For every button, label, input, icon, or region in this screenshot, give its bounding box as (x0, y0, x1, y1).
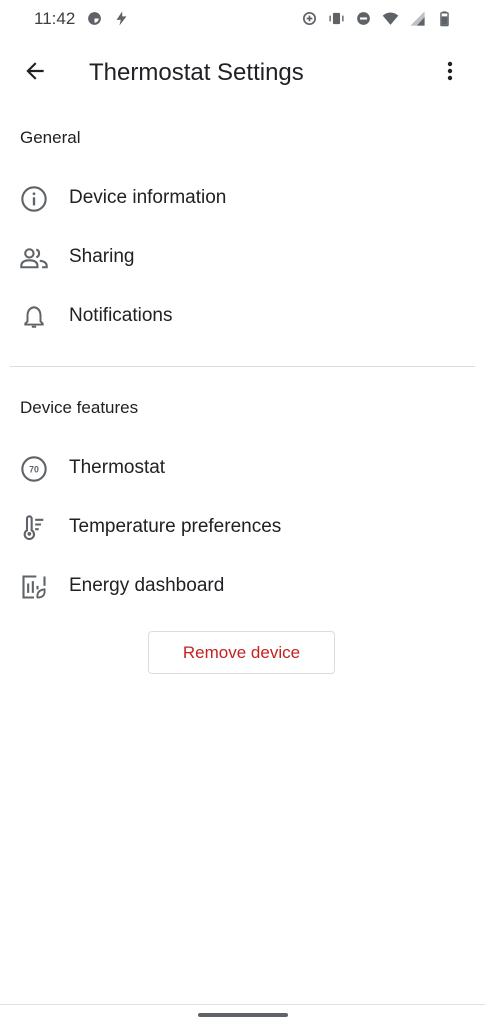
energy-dashboard-icon (19, 572, 49, 602)
status-bar: 11:42 (0, 0, 485, 40)
page-title: Thermostat Settings (89, 59, 304, 86)
more-options-button[interactable] (429, 52, 471, 94)
nav-bar-divider (0, 1004, 485, 1005)
thermostat-dial-icon: 70 (19, 454, 49, 484)
list-item-label: Thermostat (69, 457, 166, 478)
arrow-back-icon (22, 58, 48, 89)
section-divider (10, 366, 475, 367)
vibrate-icon (328, 10, 345, 27)
list-item-label: Device information (69, 187, 227, 208)
people-icon (19, 243, 49, 273)
do-not-disturb-icon (355, 10, 372, 27)
list-item-label: Energy dashboard (69, 575, 225, 596)
svg-text:70: 70 (29, 465, 39, 475)
status-right-icons (301, 10, 453, 27)
signal-icon (409, 10, 426, 27)
add-alarm-icon (301, 10, 318, 27)
home-gesture-handle[interactable] (198, 1013, 288, 1017)
list-item-energy-dashboard[interactable]: Energy dashboard (0, 558, 485, 614)
more-vert-icon (438, 59, 462, 88)
section-header-general: General (20, 128, 81, 147)
list-item-thermostat[interactable]: 70 Thermostat (0, 440, 485, 496)
list-item-notifications[interactable]: Notifications (0, 288, 485, 344)
data-saver-icon (86, 10, 103, 27)
flash-icon (113, 10, 130, 27)
status-time: 11:42 (34, 9, 76, 28)
list-item-sharing[interactable]: Sharing (0, 229, 485, 285)
battery-icon (436, 10, 453, 27)
section-header-device-features: Device features (20, 398, 139, 417)
status-left-icons (86, 10, 130, 27)
list-item-temperature-preferences[interactable]: Temperature preferences (0, 499, 485, 555)
thermometer-icon (19, 513, 49, 543)
list-item-label: Temperature preferences (69, 516, 282, 537)
back-button[interactable] (12, 50, 58, 96)
wifi-icon (382, 10, 399, 27)
app-bar: Thermostat Settings (0, 44, 485, 102)
list-item-label: Sharing (69, 246, 135, 267)
list-item-device-information[interactable]: Device information (0, 170, 485, 226)
remove-device-button[interactable]: Remove device (148, 631, 335, 674)
list-item-label: Notifications (69, 305, 173, 326)
info-icon (19, 184, 49, 214)
bell-icon (19, 302, 49, 332)
thermostat-settings-screen: 11:42 Thermostat Settings General Device… (0, 0, 485, 1024)
